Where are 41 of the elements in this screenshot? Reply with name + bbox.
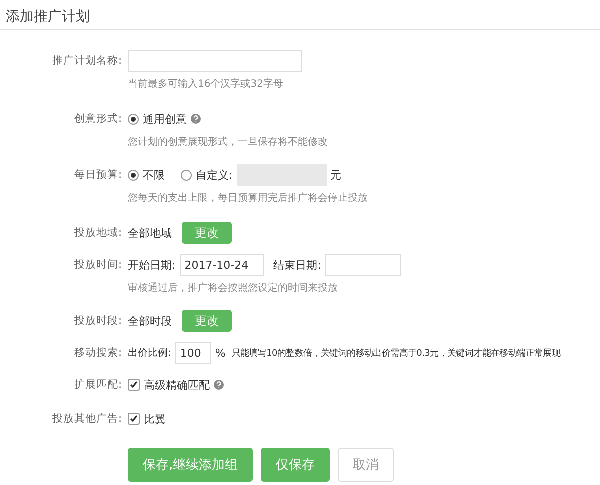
radio-label: 不限 — [143, 168, 165, 182]
unit-label: % — [215, 346, 226, 360]
end-date-field[interactable] — [325, 254, 402, 276]
checkbox[interactable] — [128, 379, 140, 391]
field-label: 创意形式: — [73, 112, 122, 127]
radio-button[interactable] — [128, 170, 139, 180]
field-label: 投放其他广告: — [51, 412, 122, 427]
change-button[interactable]: 更改 — [182, 222, 232, 244]
save-button[interactable]: 保存,继续添加组 — [128, 448, 254, 482]
radio-button[interactable] — [181, 170, 192, 180]
value-text: 全部地域 — [128, 226, 172, 240]
checkbox[interactable] — [128, 413, 140, 425]
start-label: 开始日期: — [128, 258, 176, 272]
radio-label: 通用创意 — [143, 112, 187, 126]
save-button[interactable]: 仅保存 — [261, 448, 330, 482]
field-label: 投放时间: — [73, 258, 122, 273]
hint-text: 当前最多可输入16个汉字或32字母 — [128, 78, 284, 92]
unit-label: 元 — [330, 168, 342, 182]
field-label: 推广计划名称: — [51, 54, 122, 69]
checkbox-label: 高级精确匹配 — [144, 378, 210, 392]
change-button[interactable]: 更改 — [182, 310, 232, 332]
end-label: 结束日期: — [274, 258, 322, 272]
field-label: 移动搜索: — [73, 346, 122, 361]
prefix-label: 出价比例: — [128, 346, 172, 360]
start-date-field[interactable]: 2017-10-24 — [180, 254, 264, 276]
name-field[interactable] — [128, 50, 302, 72]
note-text: 只能填写10的整数倍，关键词的移动出价需高于0.3元，关键词才能在移动端正常展现 — [232, 348, 561, 360]
checkbox-label: 比翼 — [144, 412, 166, 426]
value-text: 全部时段 — [128, 314, 172, 328]
field-label: 投放地域: — [73, 226, 122, 241]
field-label: 扩展匹配: — [73, 378, 122, 393]
cancel-button[interactable]: 取消 — [338, 448, 394, 482]
field-label: 投放时段: — [73, 314, 122, 329]
field-label: 每日预算: — [73, 168, 122, 183]
ratio-field[interactable]: 100 — [175, 342, 212, 364]
page-title: 添加推广计划 — [5, 8, 91, 27]
hint-text: 您每天的支出上限，每日预算用完后推广将会停止投放 — [128, 192, 368, 206]
radio-label: 自定义: — [196, 168, 233, 182]
hint-text: 审核通过后，推广将会按照您设定的时间来投放 — [128, 282, 339, 296]
radio-button[interactable] — [128, 114, 139, 124]
hint-text: 您计划的创意展现形式，一旦保存将不能修改 — [128, 136, 328, 150]
